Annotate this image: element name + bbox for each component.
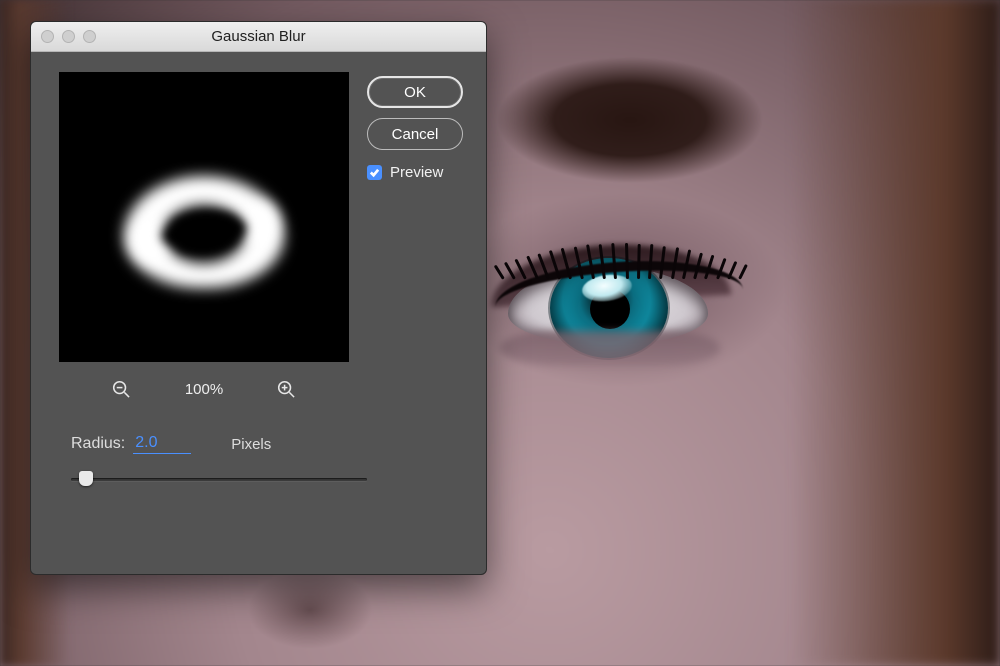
filter-preview[interactable]	[59, 72, 349, 362]
cancel-button-label: Cancel	[392, 126, 439, 143]
titlebar[interactable]: Gaussian Blur	[31, 22, 486, 52]
cancel-button[interactable]: Cancel	[367, 118, 463, 150]
zoom-out-icon[interactable]	[112, 380, 131, 399]
ok-button[interactable]: OK	[367, 76, 463, 108]
minimize-icon[interactable]	[62, 30, 75, 43]
window-controls	[41, 30, 96, 43]
dialog-title: Gaussian Blur	[31, 28, 486, 45]
slider-track	[71, 478, 367, 481]
preview-checkbox[interactable]	[367, 165, 382, 180]
zoom-icon[interactable]	[83, 30, 96, 43]
zoom-controls: 100%	[59, 380, 349, 399]
preview-toggle-row: Preview	[367, 164, 443, 181]
radius-row: Radius: Pixels	[71, 434, 271, 454]
preview-checkbox-label: Preview	[390, 164, 443, 181]
zoom-level: 100%	[185, 381, 223, 398]
check-icon	[369, 167, 380, 178]
gaussian-blur-dialog: Gaussian Blur OK Cancel Preview	[30, 21, 487, 575]
slider-thumb[interactable]	[79, 471, 93, 486]
radius-slider[interactable]	[71, 470, 367, 488]
ok-button-label: OK	[404, 84, 426, 101]
radius-label: Radius:	[71, 435, 125, 453]
photo-hair-right	[790, 0, 1000, 666]
radius-input[interactable]	[133, 434, 191, 454]
zoom-in-icon[interactable]	[277, 380, 296, 399]
photo-eye	[490, 245, 725, 360]
close-icon[interactable]	[41, 30, 54, 43]
preview-mask-shape	[124, 176, 284, 288]
radius-unit: Pixels	[231, 436, 271, 453]
